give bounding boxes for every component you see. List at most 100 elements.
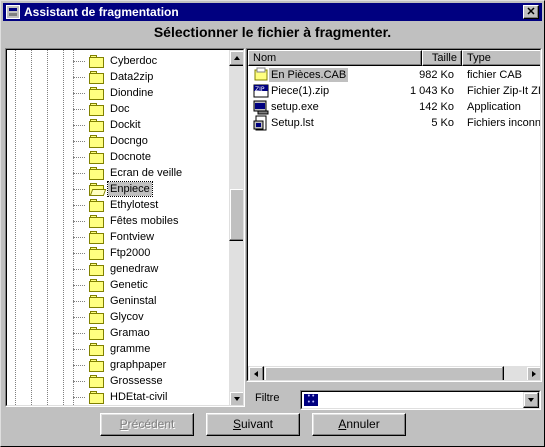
column-header-name[interactable]: Nom xyxy=(248,50,422,66)
tree-item[interactable]: Fêtes mobiles xyxy=(73,213,180,229)
folder-icon xyxy=(89,134,105,148)
folder-icon xyxy=(89,262,105,276)
file-size: 142 Ko xyxy=(419,101,454,113)
tree-connector xyxy=(73,61,85,62)
exe-file-icon xyxy=(253,99,269,115)
tree-connector xyxy=(73,365,85,366)
folder-icon xyxy=(89,390,105,404)
tree-connector xyxy=(73,77,85,78)
tree-item-label: Ethylotest xyxy=(110,199,159,211)
folder-icon xyxy=(89,102,105,116)
tree-item-label: Enpiece xyxy=(107,181,153,197)
tree-connector xyxy=(73,381,85,382)
tree-item[interactable]: Ecran de veille xyxy=(73,165,184,181)
folder-icon xyxy=(89,70,105,84)
tree-item[interactable]: Fontview xyxy=(73,229,156,245)
file-type: Application xyxy=(467,101,521,113)
folder-icon xyxy=(89,246,105,260)
scroll-left-button[interactable] xyxy=(248,366,264,380)
folder-tree[interactable]: Cyberdoc Data2zip Diondine Doc Dockit Docngo D… xyxy=(7,50,229,405)
previous-button-mnemonic: P xyxy=(119,417,128,431)
tree-item[interactable]: Cyberdoc xyxy=(73,53,159,69)
tree-item-label: Cyberdoc xyxy=(110,55,158,67)
tree-item[interactable]: graphpaper xyxy=(73,357,168,373)
tree-item[interactable]: Glycov xyxy=(73,309,146,325)
svg-text:ZIP: ZIP xyxy=(255,86,265,93)
tree-connector xyxy=(73,221,85,222)
tree-connector xyxy=(73,333,85,334)
tree-item[interactable]: Geninstal xyxy=(73,293,158,309)
tree-item[interactable]: Diondine xyxy=(73,85,155,101)
tree-item-label: gramme xyxy=(110,343,151,355)
cancel-button-label: nnuler xyxy=(346,417,380,431)
folder-icon xyxy=(89,214,105,228)
file-row[interactable]: ZIP Piece(1).zip 1 043 Ko Fichier Zip-It ZI xyxy=(248,83,541,99)
tree-guide-line xyxy=(73,50,74,405)
filter-label: Filtre xyxy=(255,392,280,404)
folder-icon xyxy=(89,358,105,372)
tree-connector xyxy=(73,93,85,94)
close-button[interactable]: ✕ xyxy=(523,5,539,19)
tree-item[interactable]: gramme xyxy=(73,341,152,357)
next-button-label: uivant xyxy=(240,417,274,431)
filter-swatch-icon: • • • • xyxy=(304,393,318,406)
tree-item[interactable]: Grossesse xyxy=(73,373,165,389)
folder-icon xyxy=(89,342,105,356)
tree-connector xyxy=(73,301,85,302)
tree-item[interactable]: Genetic xyxy=(73,277,150,293)
close-icon: ✕ xyxy=(526,5,536,18)
folder-icon xyxy=(89,278,105,292)
tree-item[interactable]: Enpiece xyxy=(73,181,153,197)
scroll-down-button[interactable] xyxy=(229,391,243,405)
previous-button[interactable]: Précédent xyxy=(100,413,194,436)
tree-scroll-thumb[interactable] xyxy=(229,188,243,241)
file-name: Setup.lst xyxy=(271,117,314,129)
tree-vertical-scrollbar[interactable] xyxy=(229,50,243,405)
tree-item-label: HDEtat-civil xyxy=(110,391,168,403)
tree-item[interactable]: Ftp2000 xyxy=(73,245,152,261)
folder-icon xyxy=(89,150,105,164)
file-name: En Pièces.CAB xyxy=(269,68,349,82)
tree-item-label: Genetic xyxy=(110,279,148,291)
tree-item-label: Fêtes mobiles xyxy=(110,215,179,227)
tree-connector xyxy=(73,141,85,142)
filter-combo[interactable]: • • • • xyxy=(300,390,541,410)
page-heading: Sélectionner le fichier à fragmenter. xyxy=(153,24,392,40)
tree-item[interactable]: Docnote xyxy=(73,149,153,165)
tree-connector xyxy=(73,317,85,318)
folder-icon xyxy=(89,54,105,68)
tree-item[interactable]: Doc xyxy=(73,101,132,117)
file-scroll-thumb[interactable] xyxy=(264,366,504,380)
tree-connector xyxy=(73,125,85,126)
tree-guide-line xyxy=(31,50,32,405)
column-header-type[interactable]: Type xyxy=(462,50,540,66)
file-row[interactable]: En Pièces.CAB 982 Ko fichier CAB xyxy=(248,67,540,83)
title-bar[interactable]: Assistant de fragmentation ✕ xyxy=(3,3,542,21)
next-button[interactable]: Suivant xyxy=(206,413,300,436)
file-horizontal-scrollbar[interactable] xyxy=(248,366,540,380)
cancel-button[interactable]: Annuler xyxy=(312,413,406,436)
folder-icon xyxy=(89,326,105,340)
file-row[interactable]: setup.exe 142 Ko Application xyxy=(248,99,540,115)
tree-item[interactable]: Gramao xyxy=(73,325,152,341)
tree-item-label: genedraw xyxy=(110,263,159,275)
tree-item[interactable]: Ethylotest xyxy=(73,197,160,213)
folder-icon xyxy=(89,374,105,388)
folder-tree-panel: Cyberdoc Data2zip Diondine Doc Dockit Docngo D… xyxy=(5,48,245,407)
file-row[interactable]: Setup.lst 5 Ko Fichiers inconn xyxy=(248,115,540,131)
lst-file-icon xyxy=(253,115,269,131)
tree-item[interactable]: Docngo xyxy=(73,133,150,149)
filter-dropdown-button[interactable] xyxy=(523,392,539,408)
zip-file-icon: ZIP xyxy=(253,83,269,99)
tree-connector xyxy=(73,189,85,190)
tree-item[interactable]: Dockit xyxy=(73,117,143,133)
tree-item[interactable]: genedraw xyxy=(73,261,160,277)
scroll-up-button[interactable] xyxy=(229,50,243,66)
column-header-size[interactable]: Taille xyxy=(422,50,462,66)
folder-icon xyxy=(89,230,105,244)
tree-connector xyxy=(73,157,85,158)
file-type: Fichier Zip-It ZI xyxy=(467,85,541,97)
scroll-right-button[interactable] xyxy=(526,366,540,380)
tree-item[interactable]: HDEtat-civil xyxy=(73,389,169,405)
tree-item[interactable]: Data2zip xyxy=(73,69,155,85)
